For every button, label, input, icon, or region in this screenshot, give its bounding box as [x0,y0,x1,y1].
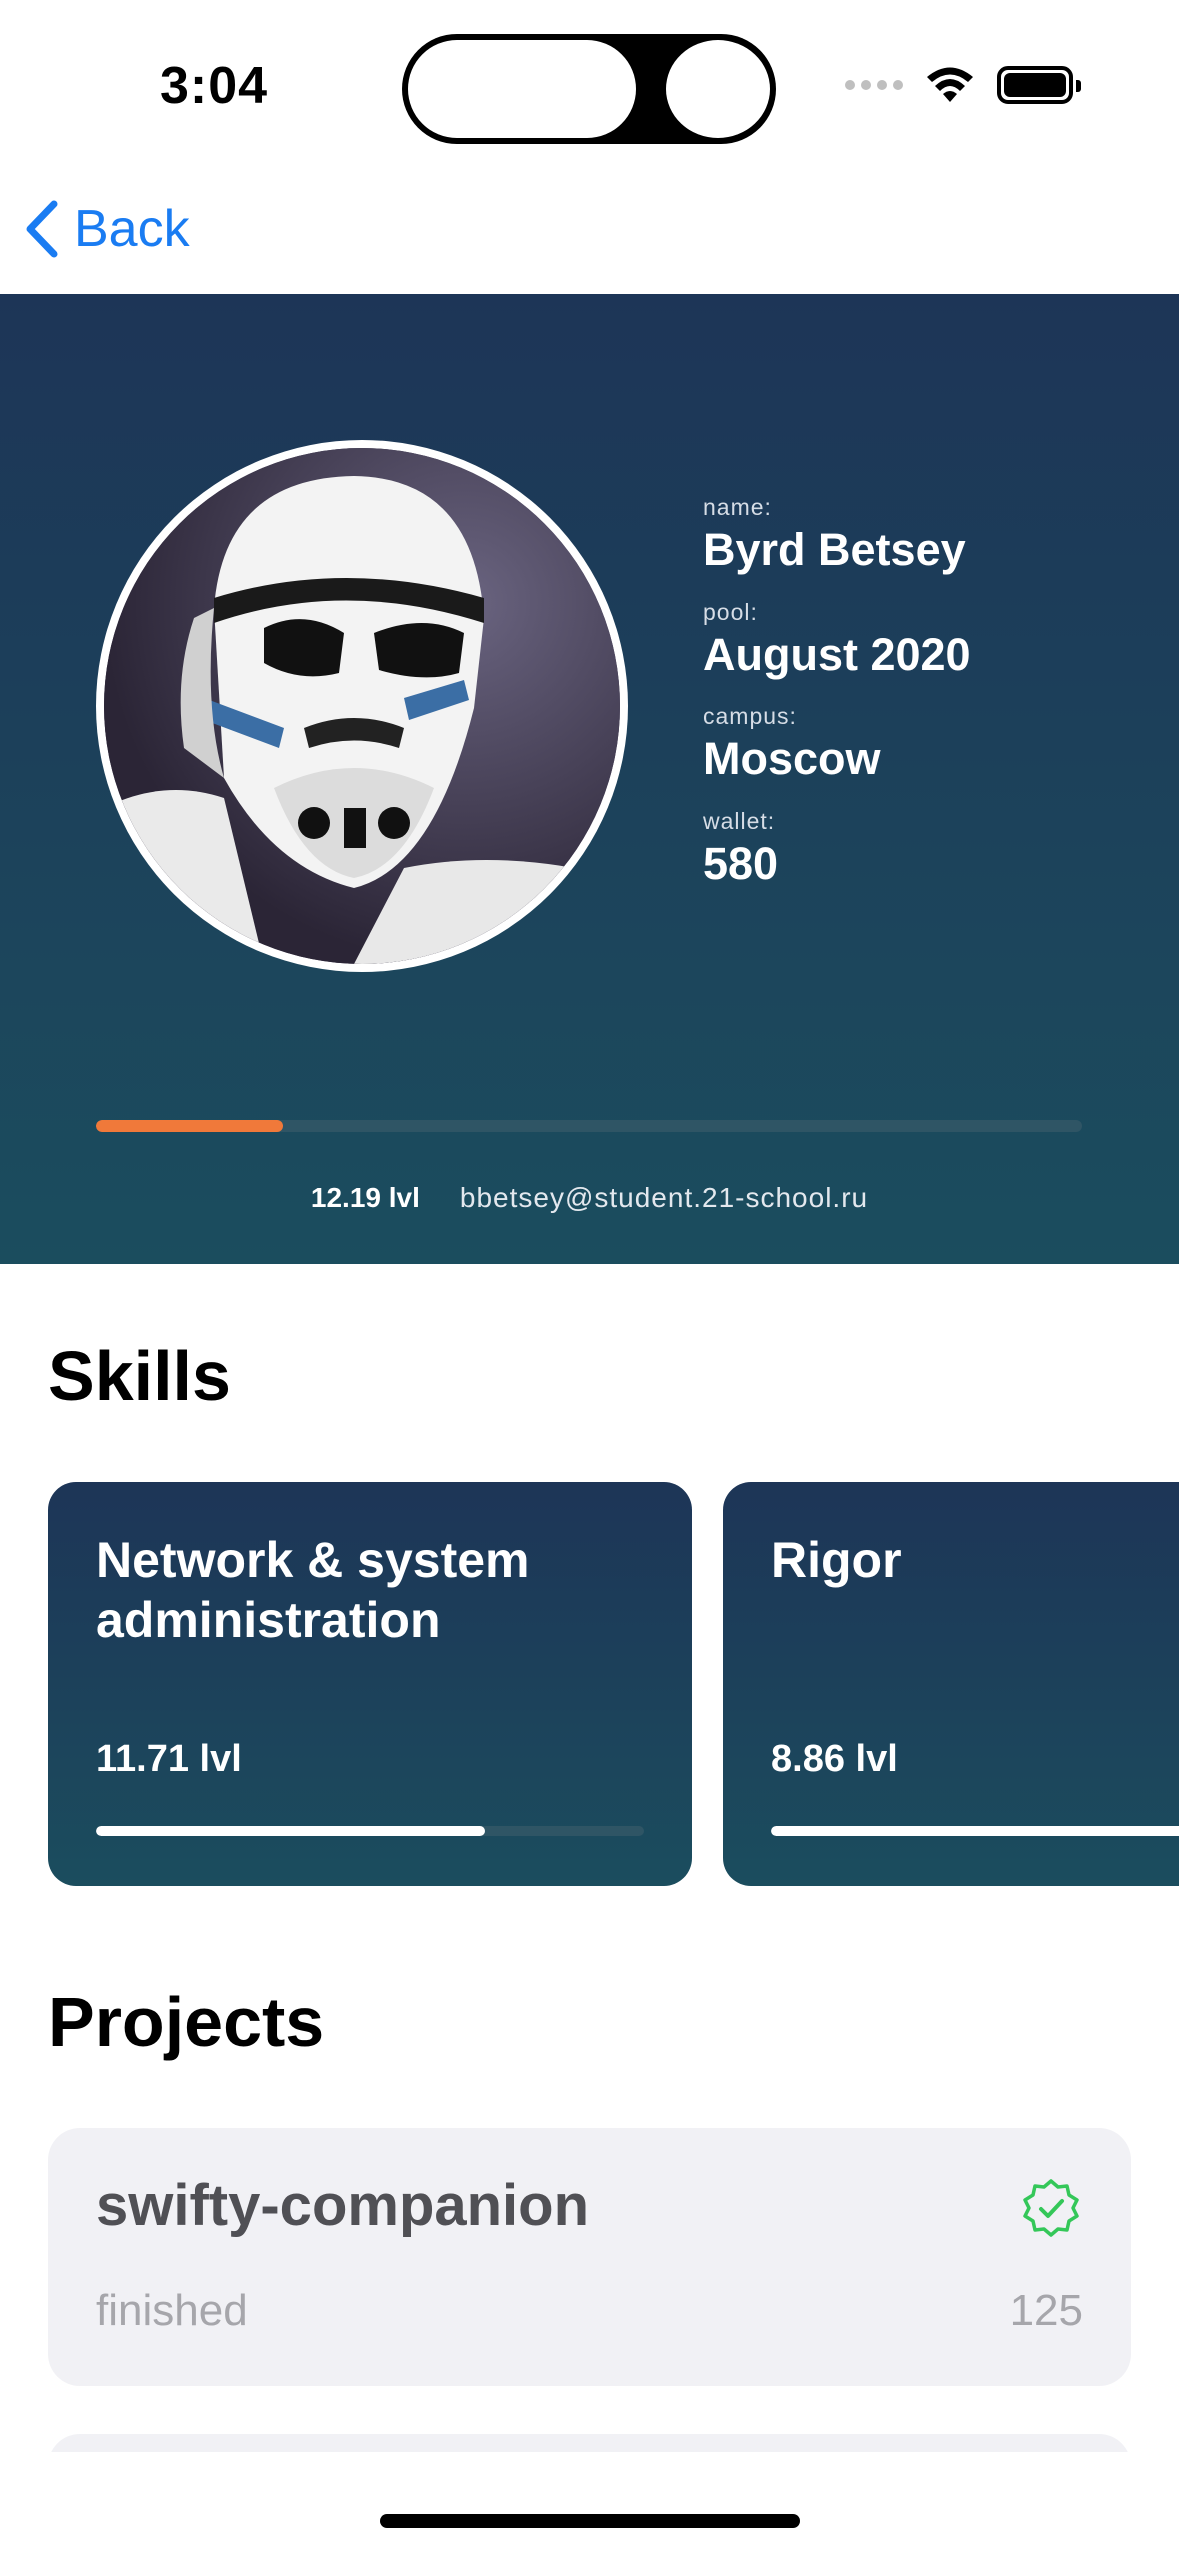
status-bar: 3:04 [0,0,1179,170]
verified-check-icon [1023,2179,1079,2237]
project-status: finished [96,2286,248,2335]
level-progress-bar [96,1120,1082,1132]
campus-label: campus: [703,703,797,729]
profile-header: name: Byrd Betsey pool: August 2020 camp… [0,294,1179,1264]
skills-title: Skills [48,1337,231,1415]
profile-info: name: Byrd Betsey pool: August 2020 camp… [703,494,971,912]
skill-name: Rigor [771,1532,902,1588]
wallet-label: wallet: [703,807,776,834]
skill-card[interactable]: Network & system administration 11.71 lv… [48,1482,692,1886]
back-button[interactable]: Back [24,194,190,264]
skill-progress-fill [96,1826,486,1836]
bottom-bar [0,2452,1179,2556]
project-card[interactable]: swifty-companion finished 125 [48,2128,1131,2386]
skill-level: 11.71 lvl [96,1738,242,1780]
battery-icon [997,66,1081,104]
projects-title: Projects [48,1983,325,2061]
skill-card[interactable]: Rigor 8.86 lvl [723,1482,1179,1886]
name-value: Byrd Betsey [703,524,966,575]
avatar [96,440,628,972]
chevron-left-icon [26,200,58,258]
avatar-image [104,448,620,964]
level-progress-fill [96,1120,284,1132]
skill-name: Network & system administration [96,1532,530,1648]
status-time: 3:04 [160,57,269,115]
back-label: Back [74,200,190,258]
campus-value: Moscow [703,733,881,784]
name-label: name: [703,494,772,520]
project-name: swifty-companion [96,2173,590,2238]
signal-icon [845,80,903,90]
skill-progress-fill [771,1826,1179,1836]
wallet-value: 580 [703,837,779,889]
status-indicators [845,66,1081,104]
pool-label: pool: [703,598,758,625]
skill-progress-bar [96,1826,644,1836]
email-text: bbetsey@student.21-school.ru [459,1182,869,1213]
skill-progress-bar [771,1826,1179,1836]
level-text: 12.19 lvl [310,1182,420,1213]
profile-screen: 3:04 Back name: Byrd Betsey pool: August… [0,0,1179,2556]
pool-value: August 2020 [703,628,971,680]
wifi-icon [927,67,973,102]
dynamic-island [402,34,776,144]
project-score: 125 [1009,2286,1083,2335]
level-row: 12.19 lvl bbetsey@student.21-school.ru [0,1182,1179,1214]
home-indicator[interactable] [380,2514,800,2528]
skill-level: 8.86 lvl [771,1738,898,1780]
